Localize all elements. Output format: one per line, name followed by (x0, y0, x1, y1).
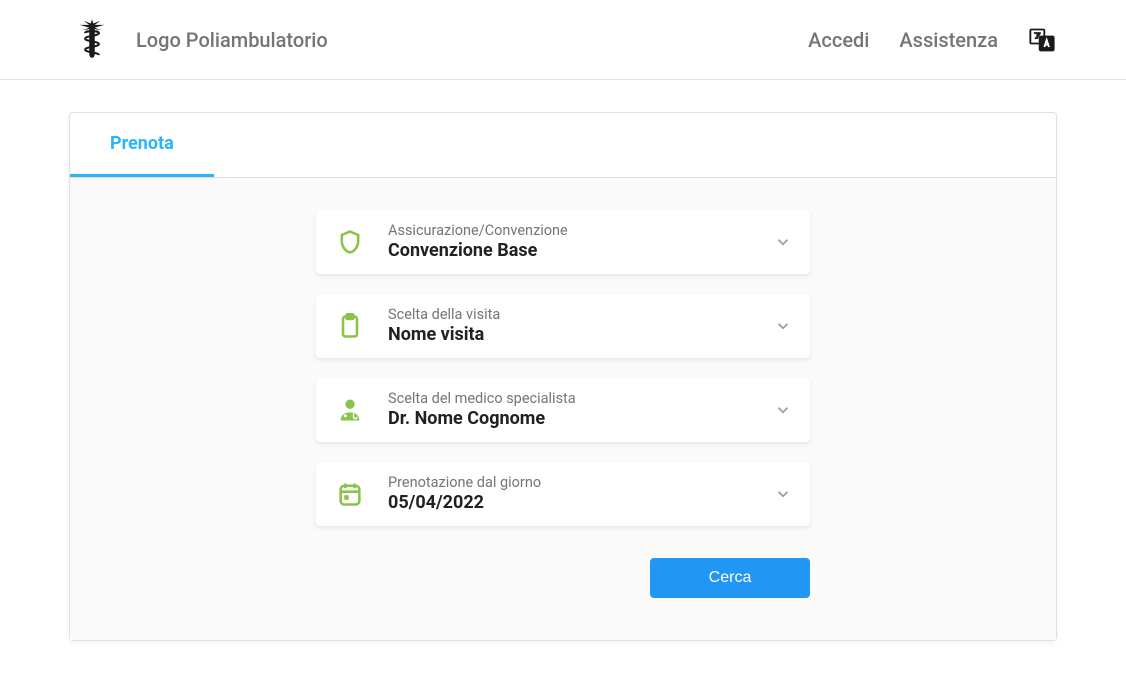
header-right: Accedi Assistenza (808, 26, 1056, 54)
insurance-value: Convenzione Base (388, 240, 774, 263)
shield-icon (334, 226, 366, 258)
search-button[interactable]: Cerca (650, 558, 810, 598)
insurance-select[interactable]: Assicurazione/Convenzione Convenzione Ba… (316, 210, 810, 274)
form-actions: Cerca (316, 558, 810, 598)
assistance-link[interactable]: Assistenza (899, 28, 998, 52)
date-label: Prenotazione dal giorno (388, 474, 774, 492)
page-content: Prenota Assicurazione/Convenzione Conven… (0, 80, 1126, 673)
visit-value: Nome visita (388, 324, 774, 347)
app-header: Logo Poliambulatorio Accedi Assistenza (0, 0, 1126, 80)
login-link[interactable]: Accedi (808, 28, 869, 52)
language-icon[interactable] (1028, 26, 1056, 54)
doctor-icon (334, 394, 366, 426)
booking-card: Prenota Assicurazione/Convenzione Conven… (69, 112, 1057, 641)
header-left: Logo Poliambulatorio (70, 18, 328, 62)
visit-label: Scelta della visita (388, 306, 774, 324)
date-text: Prenotazione dal giorno 05/04/2022 (388, 474, 774, 515)
tab-book[interactable]: Prenota (70, 113, 214, 177)
field-group: Assicurazione/Convenzione Convenzione Ba… (316, 210, 810, 526)
visit-select[interactable]: Scelta della visita Nome visita (316, 294, 810, 358)
date-value: 05/04/2022 (388, 492, 774, 515)
insurance-label: Assicurazione/Convenzione (388, 222, 774, 240)
booking-form: Assicurazione/Convenzione Convenzione Ba… (70, 178, 1056, 640)
chevron-down-icon (774, 485, 792, 503)
insurance-text: Assicurazione/Convenzione Convenzione Ba… (388, 222, 774, 263)
chevron-down-icon (774, 317, 792, 335)
date-select[interactable]: Prenotazione dal giorno 05/04/2022 (316, 462, 810, 526)
doctor-label: Scelta del medico specialista (388, 390, 774, 408)
logo-text: Logo Poliambulatorio (136, 28, 328, 52)
clipboard-icon (334, 310, 366, 342)
visit-text: Scelta della visita Nome visita (388, 306, 774, 347)
doctor-select[interactable]: Scelta del medico specialista Dr. Nome C… (316, 378, 810, 442)
calendar-icon (334, 478, 366, 510)
doctor-text: Scelta del medico specialista Dr. Nome C… (388, 390, 774, 431)
doctor-value: Dr. Nome Cognome (388, 408, 774, 431)
caduceus-logo-icon (70, 18, 114, 62)
chevron-down-icon (774, 401, 792, 419)
tabs: Prenota (70, 113, 1056, 178)
chevron-down-icon (774, 233, 792, 251)
